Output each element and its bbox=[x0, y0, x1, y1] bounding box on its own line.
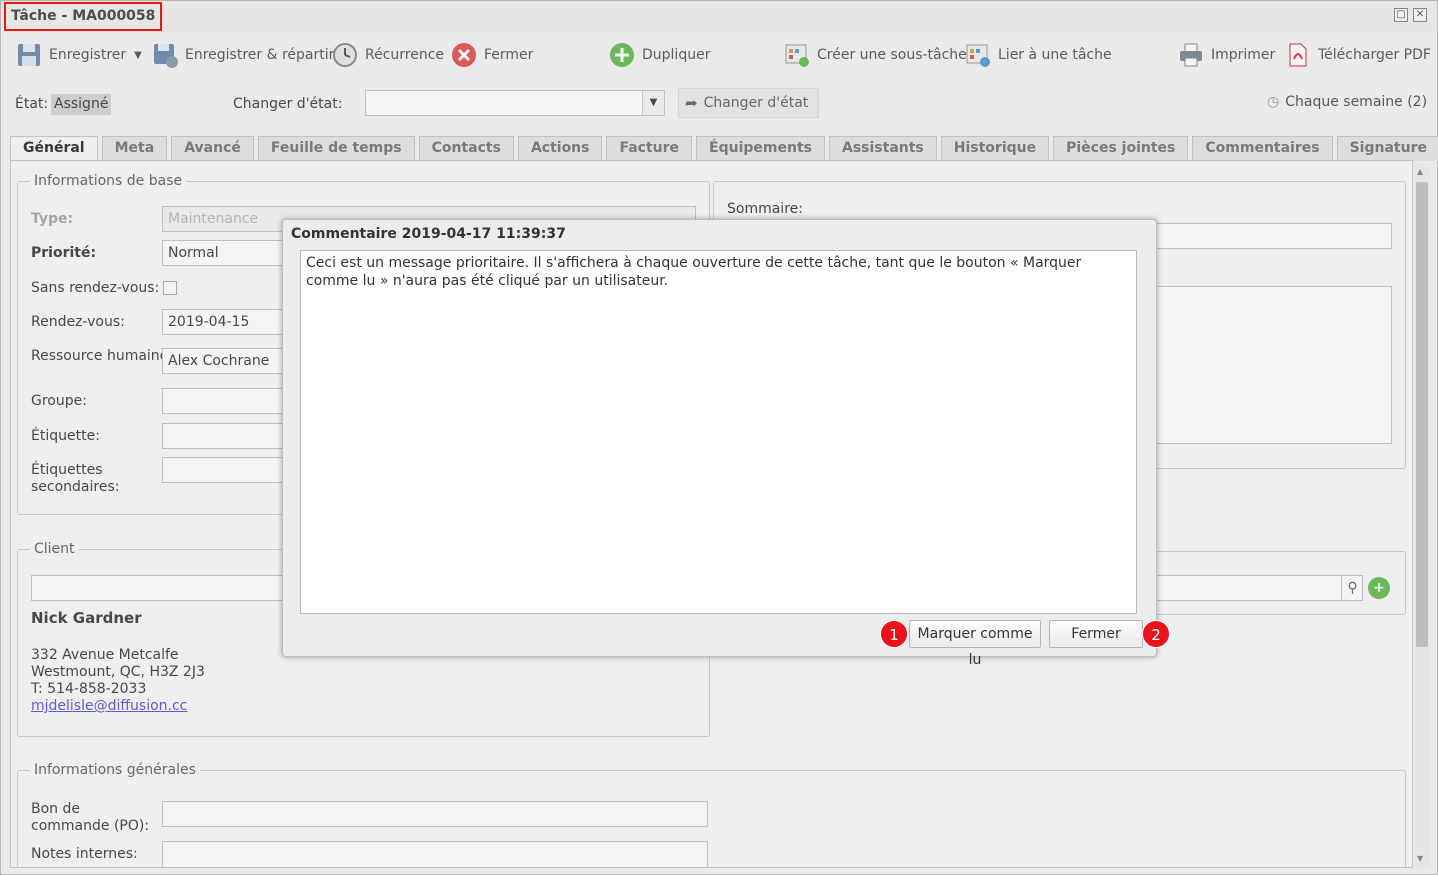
mark-read-button[interactable]: Marquer comme lu bbox=[909, 620, 1041, 668]
dialog-close-button[interactable]: Fermer bbox=[1049, 620, 1143, 648]
comment-dialog: Commentaire 2019-04-17 11:39:37 Ceci est… bbox=[282, 219, 1170, 668]
comment-message: Ceci est un message prioritaire. Il s'af… bbox=[300, 250, 1137, 614]
step-badge-2: 2 bbox=[1142, 620, 1170, 648]
comment-dialog-title: Commentaire 2019-04-17 11:39:37 bbox=[291, 226, 566, 242]
step-badge-1: 1 bbox=[880, 620, 908, 648]
